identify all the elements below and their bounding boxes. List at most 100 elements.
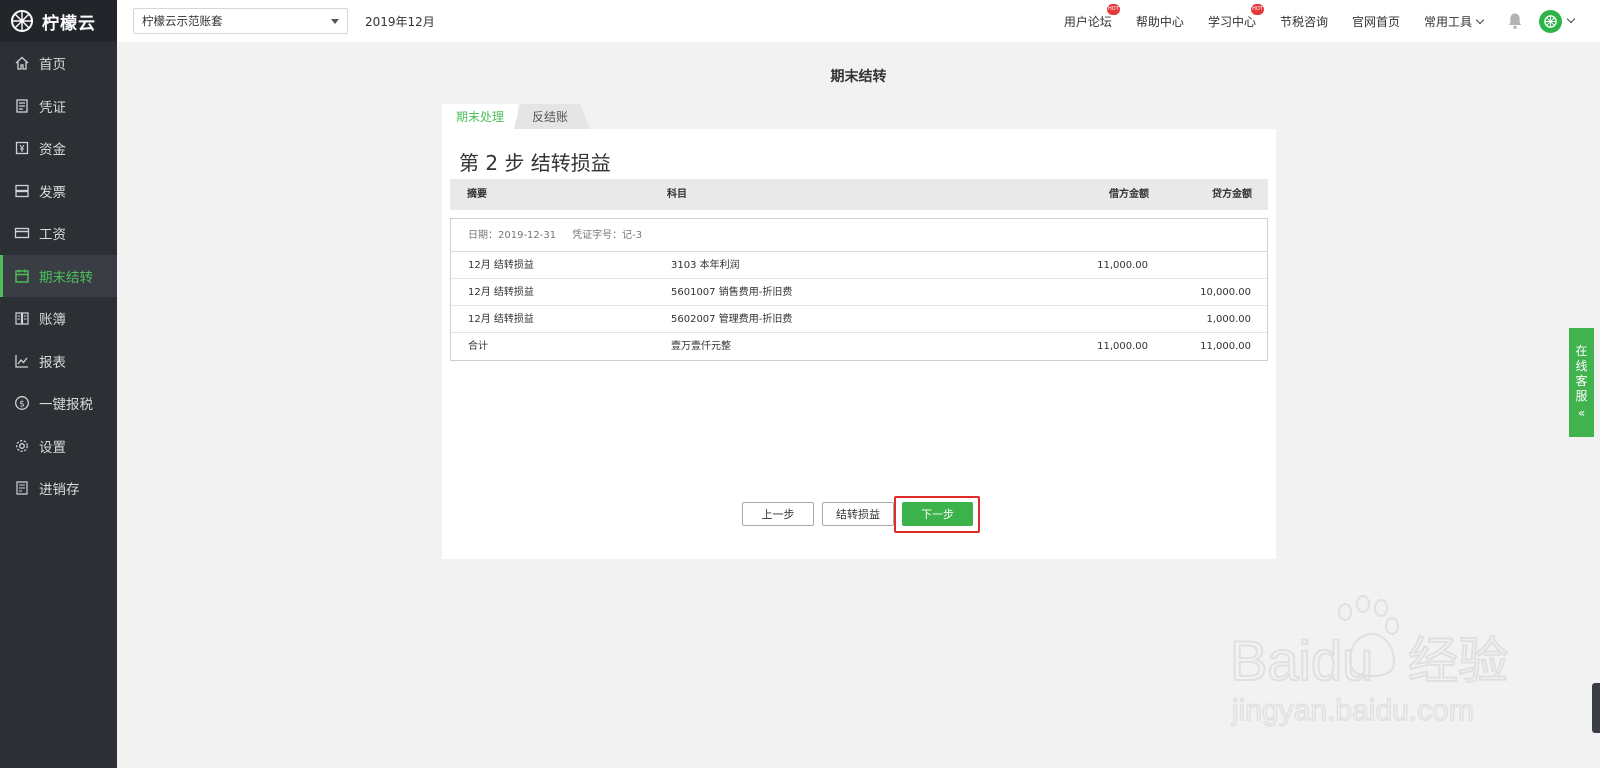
service-char: 服 [1575, 389, 1588, 403]
prev-step-button[interactable]: 上一步 [742, 502, 814, 526]
page-title: 期末结转 [830, 69, 887, 85]
voucher-icon [14, 98, 30, 114]
account-set-select[interactable]: 柠檬云示范账套 [133, 8, 348, 34]
table-header: 摘要 科目 借方金额 贷方金额 [450, 179, 1268, 210]
chevron-down-icon [1475, 15, 1485, 24]
service-char: 在 [1575, 344, 1588, 358]
watermark-brand: Baidu [1230, 629, 1373, 692]
cell-credit: 1,000.00 [1206, 314, 1251, 325]
sidebar-item-reports[interactable]: 报表 [0, 340, 117, 383]
account-set-value: 柠檬云示范账套 [142, 14, 223, 28]
sidebar: 柠檬云 首页 凭证 资金 发票 工资 期末结转 账簿 报表 $ 一键报税 设置 [0, 0, 117, 768]
sidebar-item-home[interactable]: 首页 [0, 42, 117, 85]
link-help-center[interactable]: 帮助中心 [1136, 13, 1184, 30]
table-row: 12月 结转损益 5602007 管理费用-折旧费 1,000.00 [451, 306, 1267, 333]
sidebar-item-ledger[interactable]: 账簿 [0, 297, 117, 340]
user-menu[interactable] [1539, 9, 1576, 33]
column-account: 科目 [667, 189, 687, 200]
accounting-period: 2019年12月 [365, 14, 435, 29]
period-end-card: 第 2 步 结转损益 摘要 科目 借方金额 贷方金额 日期：2019-12-31… [442, 129, 1276, 559]
chart-line-icon [14, 353, 30, 369]
caret-down-icon [331, 18, 339, 24]
link-label: 官网首页 [1351, 14, 1400, 29]
sidebar-item-tax[interactable]: $ 一键报税 [0, 382, 117, 425]
link-label: 用户论坛 [1063, 14, 1112, 29]
link-official-site[interactable]: 官网首页 [1352, 13, 1400, 30]
cell-credit: 10,000.00 [1200, 287, 1251, 298]
lemon-avatar-icon [1544, 14, 1557, 28]
sidebar-item-fund[interactable]: 资金 [0, 127, 117, 170]
transfer-profit-loss-button[interactable]: 结转损益 [822, 502, 894, 526]
app-logo[interactable]: 柠檬云 [0, 0, 117, 42]
link-label: 节税咨询 [1279, 14, 1328, 29]
side-widget-handle[interactable] [1592, 683, 1600, 733]
hot-badge-icon: HOT [1106, 3, 1120, 15]
online-service-tab[interactable]: 在 线 客 服 « [1569, 328, 1594, 437]
avatar [1539, 9, 1562, 33]
next-step-button[interactable]: 下一步 [902, 502, 973, 526]
column-debit: 借方金额 [1109, 189, 1149, 200]
sidebar-item-label: 凭证 [39, 99, 66, 116]
column-credit: 贷方金额 [1212, 189, 1252, 200]
cell-account: 5602007 管理费用-折旧费 [671, 314, 793, 325]
voucher-date: 日期：2019-12-31 [468, 230, 557, 241]
home-icon [14, 55, 30, 71]
sidebar-item-label: 账簿 [39, 312, 66, 329]
cell-debit: 11,000.00 [1097, 341, 1148, 352]
sidebar-item-label: 工资 [39, 227, 66, 244]
watermark-cn: 经验 [1408, 632, 1508, 690]
svg-text:$: $ [19, 400, 25, 410]
sidebar-item-label: 进销存 [39, 482, 80, 499]
gear-icon [14, 438, 30, 454]
watermark-url: jingyan.baidu.com [1231, 694, 1474, 727]
link-user-forum[interactable]: 用户论坛 HOT [1063, 3, 1120, 30]
column-summary: 摘要 [467, 189, 487, 200]
tools-label: 常用工具 [1423, 14, 1472, 29]
bell-icon[interactable] [1507, 12, 1523, 30]
voucher-header: 日期：2019-12-31 凭证字号：记-3 [451, 219, 1267, 252]
cell-summary: 12月 结转损益 [468, 260, 534, 271]
cell-credit: 11,000.00 [1200, 341, 1251, 352]
double-chevron-left-icon: « [1577, 406, 1586, 420]
top-bar: 柠檬云示范账套 2019年12月 用户论坛 HOT 帮助中心 学习中心 HOT … [117, 0, 1600, 42]
cell-summary: 12月 结转损益 [468, 314, 534, 325]
salary-card-icon [14, 225, 30, 241]
tab-period-end-processing[interactable]: 期末处理 [442, 104, 519, 129]
dollar-circle-icon: $ [14, 395, 30, 411]
tab-reverse-close[interactable]: 反结账 [514, 104, 590, 129]
calendar-icon [14, 268, 30, 284]
book-icon [14, 310, 30, 326]
sidebar-item-label: 资金 [39, 142, 66, 159]
table-row: 12月 结转损益 3103 本年利润 11,000.00 [451, 252, 1267, 279]
cell-summary: 12月 结转损益 [468, 287, 534, 298]
service-char: 线 [1575, 359, 1588, 373]
sidebar-item-inventory[interactable]: 进销存 [0, 467, 117, 510]
sidebar-item-invoice[interactable]: 发票 [0, 170, 117, 213]
top-links: 用户论坛 HOT 帮助中心 学习中心 HOT 节税咨询 官网首页 常用工具 [1064, 0, 1600, 42]
sidebar-item-label: 报表 [39, 354, 66, 371]
sidebar-item-voucher[interactable]: 凭证 [0, 85, 117, 128]
sidebar-item-period-end[interactable]: 期末结转 [0, 254, 117, 297]
sidebar-item-label: 一键报税 [39, 397, 93, 414]
sidebar-item-label: 设置 [39, 439, 66, 456]
fund-icon [14, 140, 30, 156]
baidu-jingyan-watermark: Baidu 经验 jingyan.baidu.com [1230, 595, 1509, 728]
chevron-down-icon [1566, 14, 1576, 24]
service-char: 客 [1575, 374, 1588, 388]
sidebar-item-settings[interactable]: 设置 [0, 425, 117, 468]
link-label: 帮助中心 [1135, 14, 1184, 29]
lemon-logo-icon [11, 10, 33, 32]
hot-badge-icon: HOT [1250, 3, 1264, 15]
voucher-preview: 日期：2019-12-31 凭证字号：记-3 12月 结转损益 3103 本年利润… [450, 218, 1268, 361]
link-label: 学习中心 [1207, 14, 1256, 29]
sidebar-item-salary[interactable]: 工资 [0, 212, 117, 255]
step-title: 第 2 步 结转损益 [459, 151, 611, 175]
inventory-icon [14, 480, 30, 496]
cell-summary: 合计 [468, 341, 488, 352]
link-learning-center[interactable]: 学习中心 HOT [1207, 3, 1264, 30]
common-tools-menu[interactable]: 常用工具 [1423, 13, 1485, 30]
cell-debit: 11,000.00 [1097, 260, 1148, 271]
sidebar-item-label: 发票 [39, 184, 66, 201]
link-tax-consulting[interactable]: 节税咨询 [1280, 13, 1328, 30]
tab-bar: 期末处理 反结账 [442, 104, 590, 129]
